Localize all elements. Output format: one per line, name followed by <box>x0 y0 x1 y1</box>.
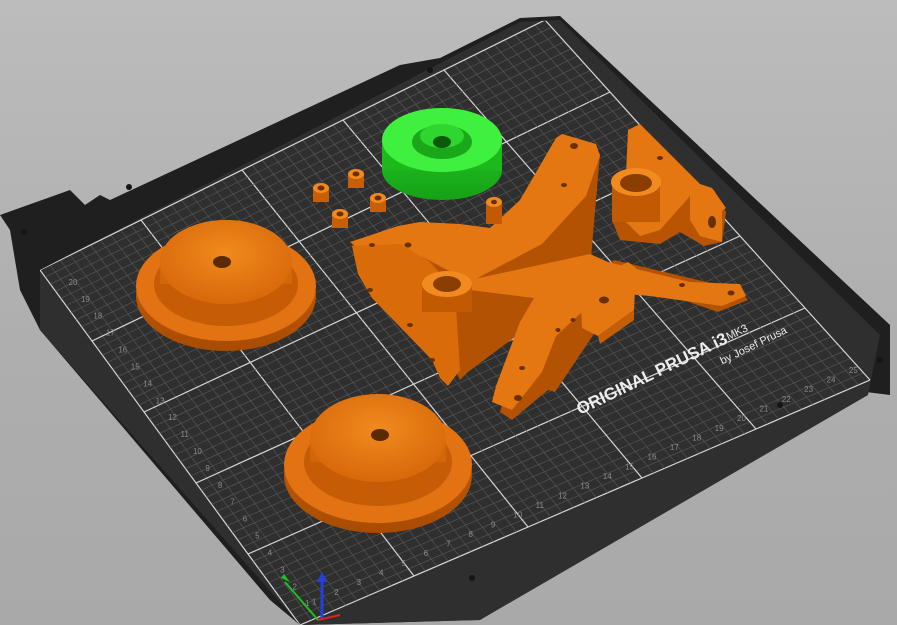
x-tick-label: 10 <box>513 511 522 520</box>
standoff-pin[interactable] <box>332 209 348 228</box>
x-tick-label: 5 <box>401 559 406 568</box>
y-tick-label: 6 <box>243 515 248 524</box>
x-tick-label: 9 <box>491 520 496 529</box>
standoff-pin[interactable] <box>313 183 329 202</box>
standoff-pin[interactable] <box>348 169 364 188</box>
y-tick-label: 5 <box>255 532 260 541</box>
x-tick-label: 11 <box>536 501 545 510</box>
bearing-spool[interactable] <box>382 108 502 200</box>
x-tick-label: 25 <box>849 366 858 375</box>
y-tick-label: 9 <box>205 464 210 473</box>
y-tick-label: 3 <box>280 565 285 574</box>
y-tick-label: 8 <box>218 481 223 490</box>
y-tick-label: 14 <box>143 379 152 388</box>
x-tick-label: 15 <box>625 462 634 471</box>
x-tick-label: 7 <box>446 540 451 549</box>
y-tick-label: 13 <box>156 396 165 405</box>
x-tick-label: 2 <box>334 588 339 597</box>
x-tick-label: 24 <box>827 376 836 385</box>
scene-canvas[interactable]: 1234567891011121314151617181920212223242… <box>0 0 897 625</box>
3d-viewport[interactable]: 1 2 3 4 5 6 7 8 9 10 11 12 13 14 15 16 17 18 19 20 21 22 23 24 2… <box>0 0 897 625</box>
y-tick-label: 16 <box>118 346 127 355</box>
x-tick-label: 18 <box>692 433 701 442</box>
y-tick-label: 4 <box>268 548 273 557</box>
x-tick-label: 8 <box>469 530 474 539</box>
x-tick-label: 6 <box>424 549 429 558</box>
y-tick-label: 11 <box>181 430 190 439</box>
y-tick-label: 19 <box>81 295 90 304</box>
x-tick-label: 16 <box>648 453 657 462</box>
y-tick-label: 10 <box>193 447 202 456</box>
x-tick-label: 13 <box>580 482 589 491</box>
x-tick-label: 23 <box>804 385 813 394</box>
x-tick-label: 20 <box>737 414 746 423</box>
x-tick-label: 3 <box>357 578 362 587</box>
x-tick-label: 19 <box>715 424 724 433</box>
x-tick-label: 4 <box>379 569 384 578</box>
y-tick-label: 7 <box>230 498 235 507</box>
y-tick-label: 18 <box>93 312 102 321</box>
x-tick-label: 21 <box>759 404 768 413</box>
x-tick-label: 1 <box>312 597 317 606</box>
x-tick-label: 12 <box>558 491 567 500</box>
x-tick-label: 14 <box>603 472 612 481</box>
y-tick-label: 17 <box>106 329 115 338</box>
y-tick-label: 15 <box>131 362 140 371</box>
y-tick-label: 12 <box>168 413 177 422</box>
standoff-pin[interactable] <box>370 193 386 212</box>
y-tick-label: 20 <box>69 278 78 287</box>
x-tick-label: 17 <box>670 443 679 452</box>
y-tick-label: 2 <box>293 582 298 591</box>
x-tick-label: 22 <box>782 395 791 404</box>
